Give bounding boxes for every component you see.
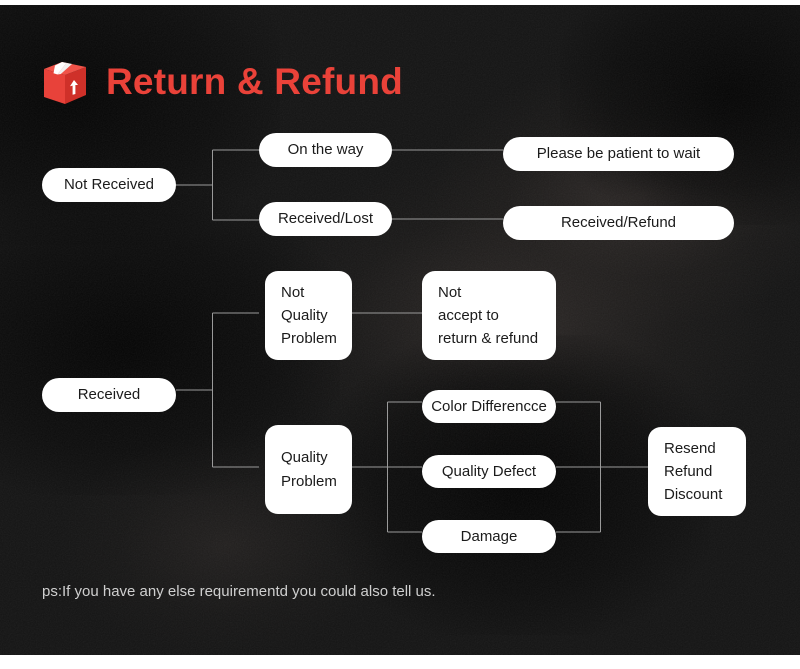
node-color-difference[interactable]: Color Differencce xyxy=(422,390,556,423)
page-title: Return & Refund xyxy=(106,60,403,102)
dark-panel: Return & Refund Not Received On the way … xyxy=(0,5,800,655)
node-please-be-patient-to-wait[interactable]: Please be patient to wait xyxy=(503,137,734,171)
return-refund-infographic: Return & Refund Not Received On the way … xyxy=(0,0,800,669)
footer-note: ps:If you have any else requirementd you… xyxy=(42,583,436,600)
package-box-icon xyxy=(44,62,86,104)
backdrop-shadow-top-right xyxy=(560,5,800,225)
page-header: Return & Refund xyxy=(42,53,403,109)
node-on-the-way[interactable]: On the way xyxy=(259,133,392,167)
node-received-refund[interactable]: Received/Refund xyxy=(503,206,734,240)
node-not-quality-problem[interactable]: Not Quality Problem xyxy=(265,271,352,360)
node-damage[interactable]: Damage xyxy=(422,520,556,553)
node-received[interactable]: Received xyxy=(42,378,176,412)
node-resend-refund-discount[interactable]: Resend Refund Discount xyxy=(648,427,746,516)
node-not-accept-to-return-and-refund[interactable]: Not accept to return & refund xyxy=(422,271,556,360)
node-not-received[interactable]: Not Received xyxy=(42,168,176,202)
node-received-lost[interactable]: Received/Lost xyxy=(259,202,392,236)
backdrop-shadow-top-left xyxy=(0,5,280,245)
node-quality-defect[interactable]: Quality Defect xyxy=(422,455,556,488)
node-quality-problem[interactable]: Quality Problem xyxy=(265,425,352,514)
